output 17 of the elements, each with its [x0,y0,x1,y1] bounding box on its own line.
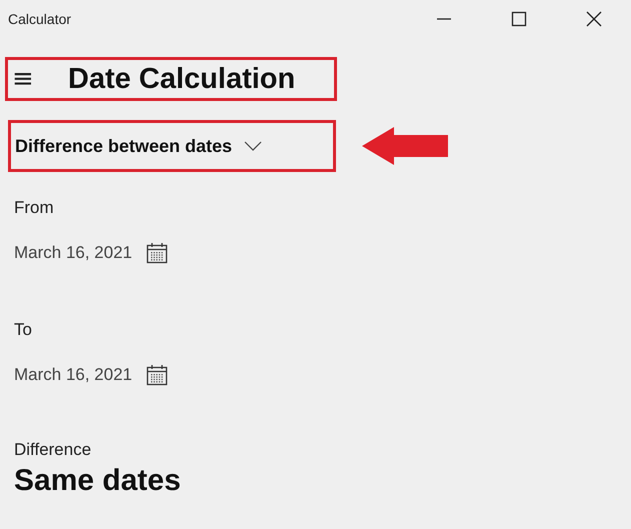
result-text: Same dates [14,464,182,498]
calendar-icon[interactable] [146,242,168,264]
menu-button[interactable]: ≡ [8,64,68,94]
arrow-icon [362,127,450,165]
minimize-icon [436,18,452,20]
chevron-down-icon [244,141,262,151]
date-picker[interactable]: March 16, 2021 [14,364,168,386]
date-picker[interactable]: March 16, 2021 [14,242,168,264]
maximize-icon [510,11,526,27]
page-title: Date Calculation [68,62,296,96]
calendar-icon[interactable] [146,364,168,386]
field-label: From [14,198,55,218]
field-label: Difference [14,440,92,460]
mode-dropdown[interactable]: Difference between dates [8,120,336,172]
window-title: Calculator [8,11,72,27]
close-icon [586,11,602,27]
field-label: To [14,320,33,340]
